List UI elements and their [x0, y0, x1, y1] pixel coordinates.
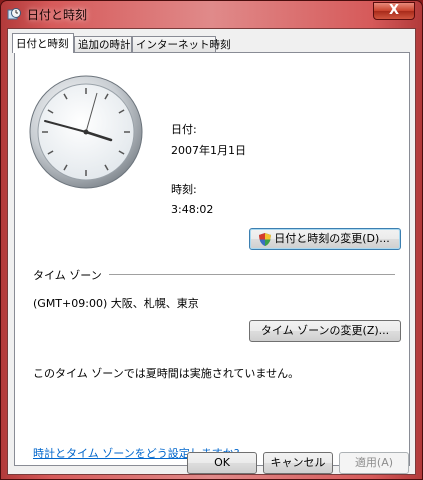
- tab-additional-clocks[interactable]: 追加の時計: [74, 36, 132, 52]
- ok-button[interactable]: OK: [187, 452, 257, 474]
- change-date-time-button[interactable]: 日付と時刻の変更(D)...: [249, 228, 401, 250]
- tab-panel: 日付: 2007年1月1日 時刻: 3:48:02 日付と時刻の変更(D)...…: [14, 52, 410, 466]
- date-value: 2007年1月1日: [171, 144, 246, 157]
- dst-note: このタイム ゾーンでは夏時間は実施されていません。: [33, 367, 300, 380]
- clock-icon: [7, 8, 21, 20]
- dialog-window: 日付と時刻 X 日付と時刻 追加の時計 インターネット時刻 日付: 2007年1…: [0, 0, 423, 480]
- timezone-value: (GMT+09:00) 大阪、札幌、東京: [33, 297, 199, 310]
- tab-date-time[interactable]: 日付と時刻: [12, 33, 74, 53]
- close-button[interactable]: X: [373, 2, 415, 20]
- tab-internet-time[interactable]: インターネット時刻: [132, 36, 231, 52]
- change-date-time-label: 日付と時刻の変更(D)...: [274, 232, 390, 245]
- change-timezone-button[interactable]: タイム ゾーンの変更(Z)...: [249, 320, 401, 342]
- dialog-client: 日付と時刻 追加の時計 インターネット時刻 日付: 2007年1月1日 時刻: …: [7, 28, 416, 475]
- uac-shield-icon: [259, 233, 271, 246]
- apply-button[interactable]: 適用(A): [339, 452, 409, 474]
- cancel-button[interactable]: キャンセル: [263, 452, 333, 474]
- clock-center: [83, 129, 89, 135]
- close-icon: X: [388, 3, 400, 18]
- timezone-section-label: タイム ゾーン: [33, 269, 102, 282]
- window-title: 日付と時刻: [27, 8, 88, 22]
- time-label: 時刻:: [171, 183, 197, 196]
- analog-clock: [29, 75, 143, 189]
- date-label: 日付:: [171, 123, 197, 136]
- title-bar[interactable]: 日付と時刻 X: [1, 1, 422, 27]
- section-divider: [109, 274, 395, 275]
- time-value: 3:48:02: [171, 203, 214, 216]
